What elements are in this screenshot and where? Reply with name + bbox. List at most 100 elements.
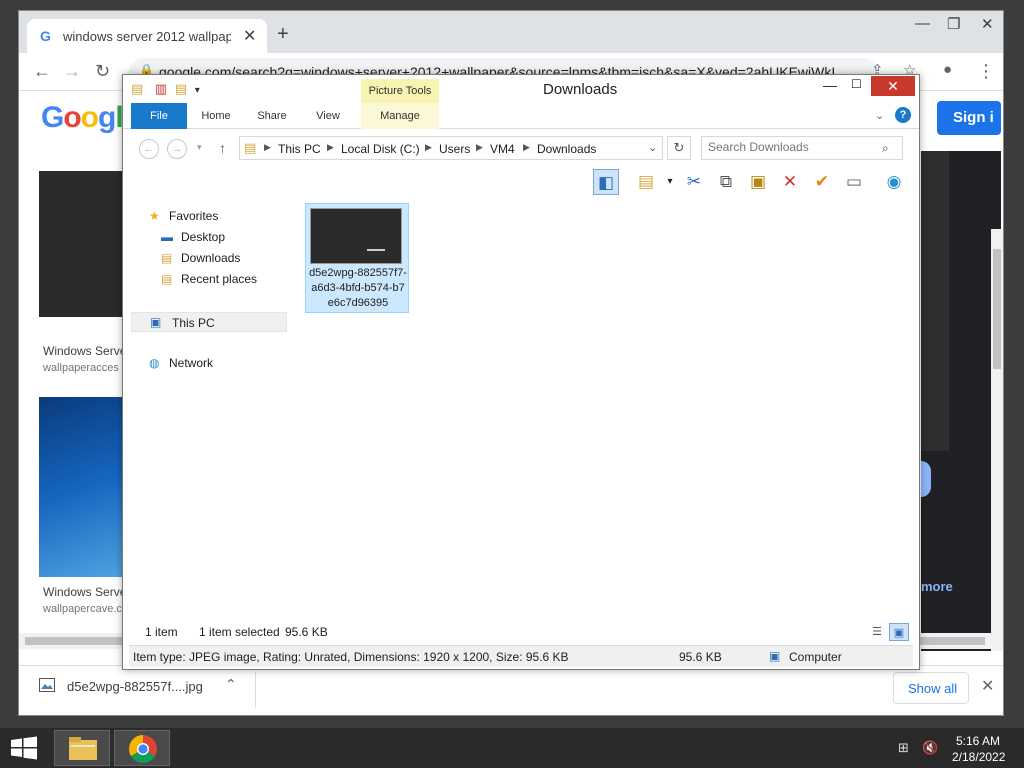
tab-file[interactable]: File: [131, 103, 187, 129]
chrome-taskbar-icon[interactable]: [114, 730, 170, 766]
nav-desktop[interactable]: ▬ Desktop: [161, 230, 225, 250]
nav-network[interactable]: ◍ Network: [149, 356, 213, 376]
folder-icon: ▤: [244, 140, 257, 155]
file-item[interactable]: d5e2wpg-882557f7-a6d3-4bfd-b574-b7e6c7d9…: [305, 203, 409, 313]
nav-this-pc[interactable]: ▣ This PC: [131, 312, 287, 332]
maximize-button[interactable]: ☐: [851, 77, 862, 91]
large-icons-view-icon[interactable]: ▣: [889, 623, 909, 641]
image-thumbnail: [310, 208, 402, 264]
folder-icon[interactable]: ▤: [131, 81, 143, 96]
result-title[interactable]: Windows Serve: [43, 585, 126, 599]
refresh-icon[interactable]: ↻: [667, 136, 691, 160]
copy-icon[interactable]: ⧉: [713, 169, 739, 195]
item-count: 1 item: [145, 625, 178, 639]
desktop-icon: ▬: [161, 230, 173, 244]
visit-button[interactable]: [921, 461, 931, 497]
picture-tools-context-label: Picture Tools: [361, 79, 439, 103]
breadcrumb-item[interactable]: Local Disk (C:): [341, 142, 420, 156]
reload-icon[interactable]: ↻: [95, 61, 110, 82]
result-title[interactable]: Windows Serve: [43, 344, 126, 358]
tab-view[interactable]: View: [305, 103, 351, 129]
new-folder-icon[interactable]: ▤: [175, 81, 187, 96]
dropdown-icon[interactable]: ▾: [657, 169, 683, 195]
breadcrumb[interactable]: ▤ ▶ This PC ▶ Local Disk (C:) ▶ Users ▶ …: [239, 136, 663, 160]
image-preview-panel: more: [921, 151, 1001, 651]
recent-places-icon: ▤: [161, 272, 173, 286]
nav-favorites[interactable]: ★ Favorites: [149, 209, 218, 229]
search-icon[interactable]: ⌕: [882, 141, 889, 156]
maximize-button[interactable]: ❐: [947, 15, 960, 33]
breadcrumb-item[interactable]: VM4: [490, 142, 515, 156]
download-filename[interactable]: d5e2wpg-882557f....jpg: [67, 679, 203, 694]
breadcrumb-item[interactable]: Users: [439, 142, 470, 156]
close-button[interactable]: ✕: [871, 76, 915, 96]
back-icon[interactable]: ←: [33, 61, 51, 82]
search-field[interactable]: ⌕: [701, 136, 903, 160]
result-image[interactable]: [39, 397, 125, 577]
cut-icon[interactable]: ✂: [681, 169, 707, 195]
more-link[interactable]: more: [921, 579, 953, 594]
volume-muted-icon[interactable]: 🔇: [922, 740, 938, 756]
expand-ribbon-icon[interactable]: ⌄: [875, 109, 884, 122]
clock-time[interactable]: 5:16 AM: [956, 734, 1000, 748]
help-icon[interactable]: ?: [895, 107, 911, 123]
address-row: ← → ▾ ↑ ▤ ▶ This PC ▶ Local Disk (C:) ▶ …: [123, 133, 919, 163]
close-button[interactable]: ✕: [981, 15, 994, 33]
vertical-scrollbar[interactable]: [991, 229, 1003, 651]
taskbar: ⊞ 🔇 5:16 AM 2/18/2022: [0, 728, 1024, 768]
sign-in-button[interactable]: Sign i: [937, 101, 1001, 135]
up-arrow-icon[interactable]: ↑: [219, 140, 226, 156]
chevron-down-icon[interactable]: ⌄: [648, 141, 657, 154]
file-explorer-taskbar-icon[interactable]: [54, 730, 110, 766]
scrollbar-thumb[interactable]: [993, 249, 1001, 369]
properties-icon[interactable]: ▥: [155, 81, 167, 96]
rename-icon[interactable]: ▭: [841, 169, 867, 195]
preview-pane-icon[interactable]: ◧: [593, 169, 619, 195]
search-input[interactable]: [708, 140, 878, 154]
tab-manage[interactable]: Manage: [361, 103, 439, 129]
profile-icon[interactable]: ●: [943, 61, 952, 78]
close-downloads-icon[interactable]: ✕: [981, 676, 994, 696]
google-favicon-icon: G: [40, 28, 51, 44]
breadcrumb-separator-icon[interactable]: ▶: [327, 142, 334, 153]
google-logo[interactable]: Googl: [41, 101, 124, 135]
paste-icon[interactable]: ▣: [745, 169, 771, 195]
file-explorer-window: ▤ ▥ ▤ ▾ Picture Tools Downloads — ☐ ✕ Fi…: [122, 74, 920, 670]
nav-label: Favorites: [169, 209, 219, 223]
nav-label: Desktop: [181, 230, 226, 244]
network-icon[interactable]: ⊞: [898, 740, 909, 756]
qat-dropdown-icon[interactable]: ▾: [195, 85, 200, 96]
new-tab-button[interactable]: +: [277, 23, 289, 46]
breadcrumb-separator-icon[interactable]: ▶: [264, 142, 271, 153]
delete-icon[interactable]: ✕: [777, 169, 803, 195]
clock-date[interactable]: 2/18/2022: [952, 750, 1005, 764]
globe-icon[interactable]: ◉: [881, 169, 907, 195]
tab-title: windows server 2012 wallpaper: [63, 29, 231, 44]
breadcrumb-separator-icon[interactable]: ▶: [523, 142, 530, 153]
chevron-up-icon[interactable]: ⌃: [225, 676, 237, 693]
result-source: wallpapercave.c: [43, 603, 122, 615]
checkmark-icon[interactable]: ✔: [809, 169, 835, 195]
show-all-button[interactable]: Show all: [893, 672, 969, 704]
nav-downloads[interactable]: ▤ Downloads: [161, 251, 240, 271]
menu-icon[interactable]: ⋮: [977, 61, 995, 82]
windows-start-icon[interactable]: [10, 736, 38, 760]
minimize-button[interactable]: —: [823, 77, 837, 93]
folder-options-icon[interactable]: ▤: [633, 169, 659, 195]
result-image[interactable]: [39, 171, 125, 317]
back-icon[interactable]: ←: [139, 139, 159, 159]
recent-locations-icon[interactable]: ▾: [197, 142, 202, 153]
details-view-icon[interactable]: ☰: [867, 623, 887, 641]
breadcrumb-separator-icon[interactable]: ▶: [425, 142, 432, 153]
tab-share[interactable]: Share: [249, 103, 295, 129]
forward-icon[interactable]: →: [167, 139, 187, 159]
forward-icon[interactable]: →: [63, 61, 81, 82]
nav-recent-places[interactable]: ▤ Recent places: [161, 272, 257, 292]
breadcrumb-item[interactable]: This PC: [278, 142, 321, 156]
minimize-button[interactable]: —: [915, 15, 930, 32]
breadcrumb-separator-icon[interactable]: ▶: [476, 142, 483, 153]
breadcrumb-item[interactable]: Downloads: [537, 142, 596, 156]
tab-home[interactable]: Home: [193, 103, 239, 129]
tab-close-icon[interactable]: ✕: [243, 26, 256, 46]
browser-tab[interactable]: G windows server 2012 wallpaper ✕: [27, 19, 267, 53]
